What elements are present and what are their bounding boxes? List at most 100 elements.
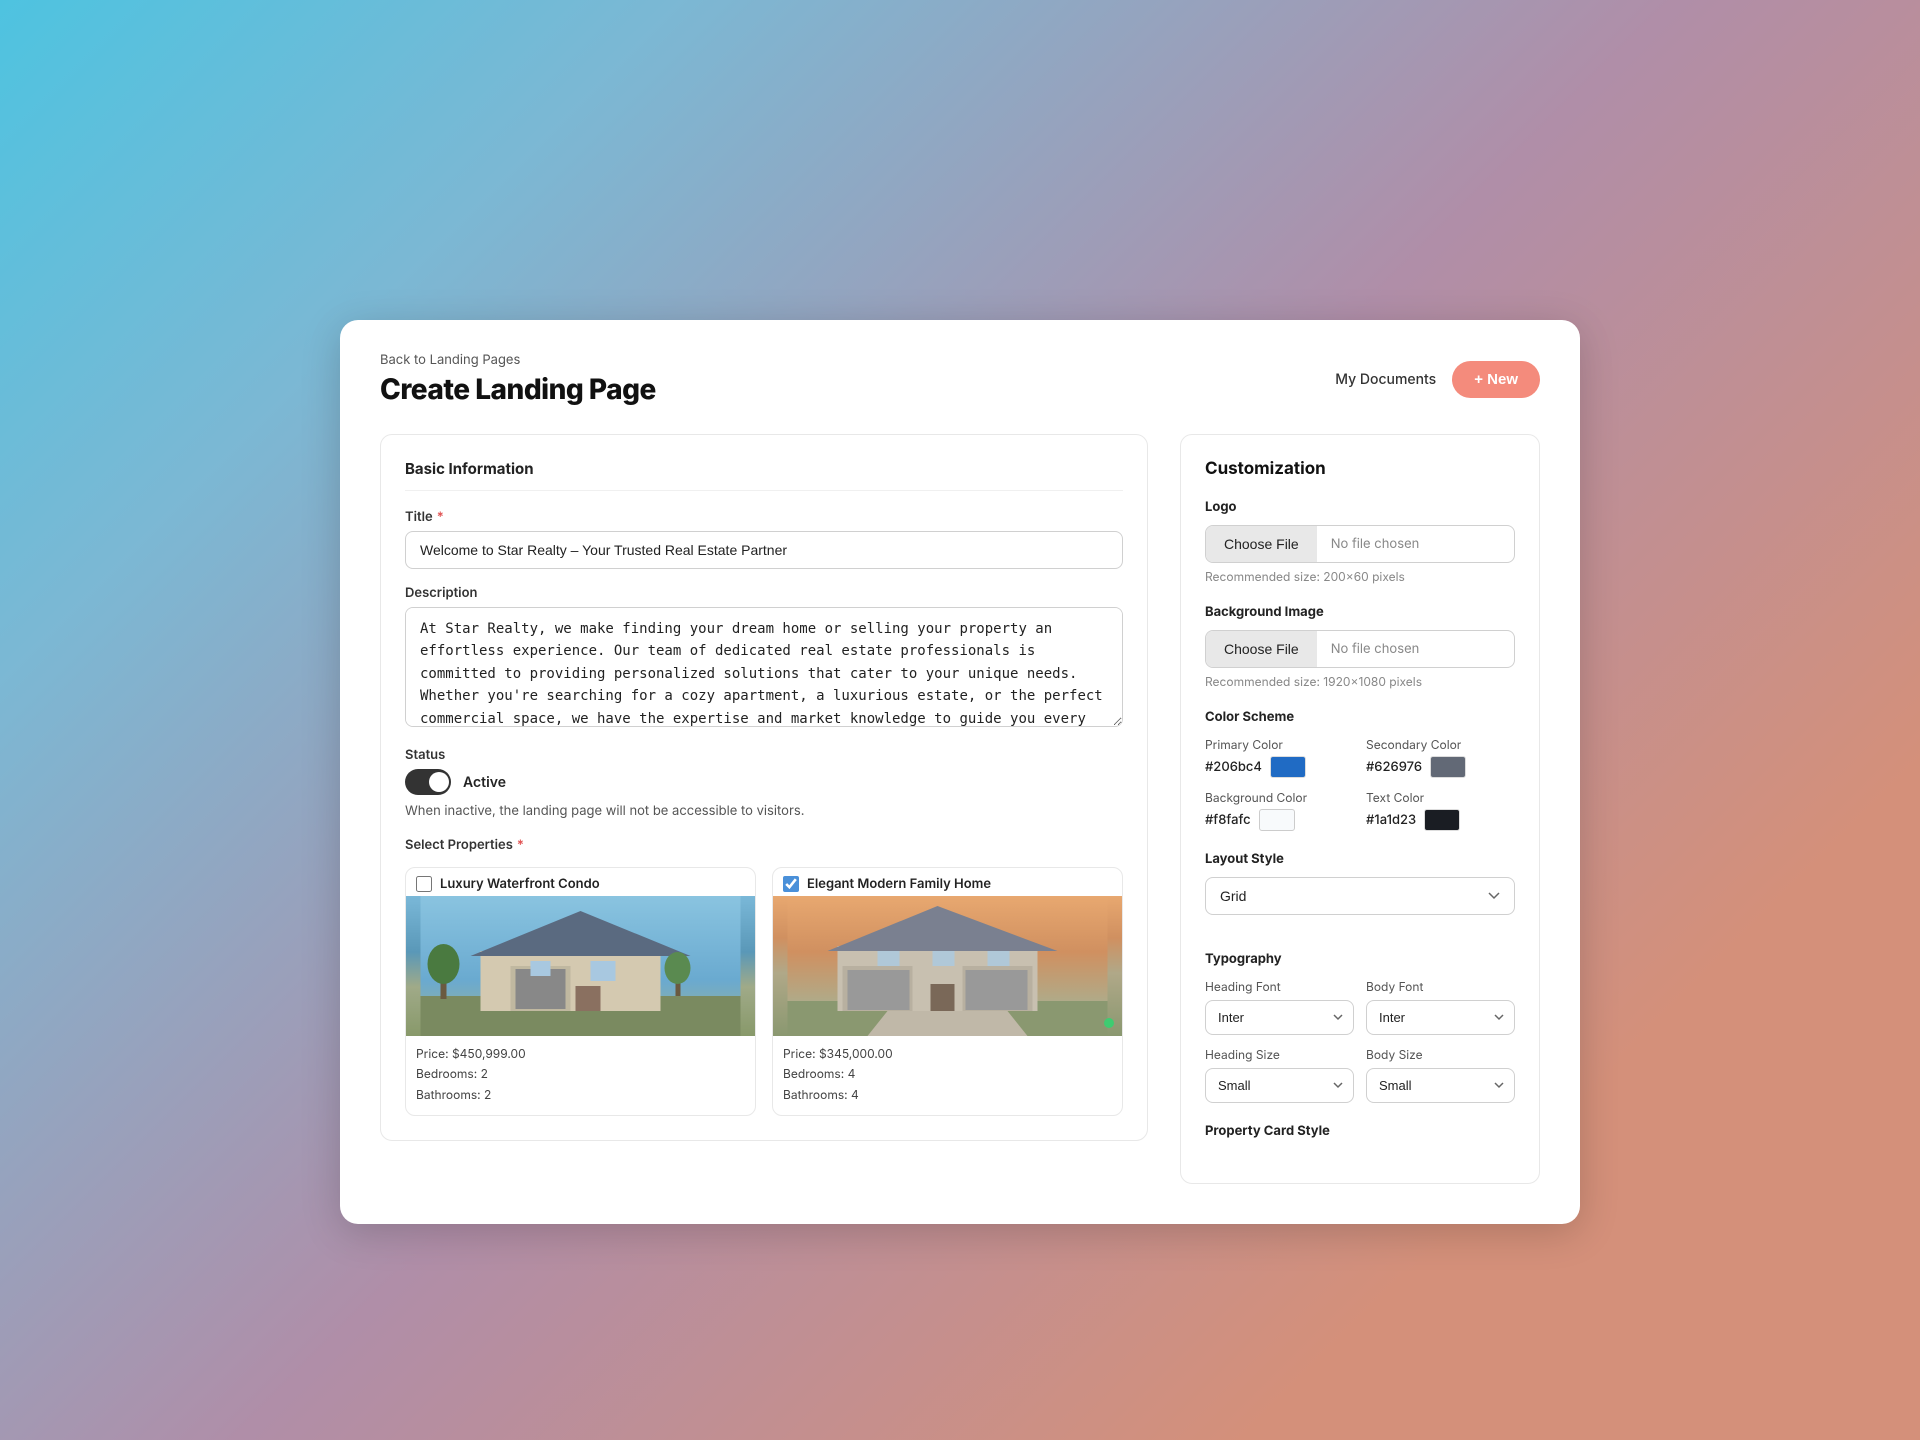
- layout-style-title: Layout Style: [1205, 851, 1515, 867]
- property-checkbox-row-0: Luxury Waterfront Condo: [406, 868, 755, 896]
- secondary-color-hex: #626976: [1366, 759, 1422, 775]
- property-card-style-title: Property Card Style: [1205, 1123, 1515, 1139]
- bg-color-field: Background Color #f8fafc: [1205, 790, 1354, 831]
- property-name-1: Elegant Modern Family Home: [807, 876, 991, 892]
- customization-card: Customization Logo Choose File No file c…: [1180, 434, 1540, 1184]
- property-price-0: Price: $450,999.00: [416, 1044, 745, 1064]
- body-font-label: Body Font: [1366, 979, 1515, 994]
- heading-font-select[interactable]: Inter Roboto: [1205, 1000, 1354, 1035]
- heading-font-label: Heading Font: [1205, 979, 1354, 994]
- top-bar: Back to Landing Pages Create Landing Pag…: [380, 352, 1540, 406]
- bg-choose-file-button[interactable]: Choose File: [1206, 631, 1317, 667]
- bg-image-section: Background Image Choose File No file cho…: [1205, 604, 1515, 689]
- logo-file-upload: Choose File No file chosen: [1205, 525, 1515, 563]
- select-properties-label: Select Properties *: [405, 837, 1123, 853]
- body-font-field: Body Font Inter Roboto: [1366, 979, 1515, 1035]
- body-size-label: Body Size: [1366, 1047, 1515, 1062]
- body-font-select[interactable]: Inter Roboto: [1366, 1000, 1515, 1035]
- property-details-1: Price: $345,000.00 Bedrooms: 4 Bathrooms…: [773, 1036, 1122, 1115]
- property-checkbox-1[interactable]: [783, 876, 799, 892]
- heading-font-field: Heading Font Inter Roboto: [1205, 979, 1354, 1035]
- bg-color-swatch[interactable]: [1259, 809, 1295, 831]
- property-bathrooms-1: Bathrooms: 4: [783, 1085, 1112, 1105]
- bg-image-label: Background Image: [1205, 604, 1515, 620]
- secondary-color-field: Secondary Color #626976: [1366, 737, 1515, 778]
- property-details-0: Price: $450,999.00 Bedrooms: 2 Bathrooms…: [406, 1036, 755, 1115]
- basic-info-title: Basic Information: [405, 459, 1123, 491]
- body-size-select[interactable]: Small Medium Large: [1366, 1068, 1515, 1103]
- bg-color-row: #f8fafc: [1205, 809, 1354, 831]
- logo-choose-file-button[interactable]: Choose File: [1206, 526, 1317, 562]
- primary-color-swatch[interactable]: [1270, 756, 1306, 778]
- toggle-row: Active: [405, 769, 1123, 795]
- layout-style-section: Layout Style Grid List Masonry: [1205, 851, 1515, 931]
- active-label: Active: [463, 774, 506, 791]
- text-color-swatch[interactable]: [1424, 809, 1460, 831]
- active-dot-indicator: [1104, 1018, 1114, 1028]
- primary-color-field: Primary Color #206bc4: [1205, 737, 1354, 778]
- property-card-0: Luxury Waterfront Condo: [405, 867, 756, 1116]
- basic-information-card: Basic Information Title * Description At…: [380, 434, 1148, 1141]
- right-panel: Customization Logo Choose File No file c…: [1180, 434, 1540, 1184]
- body-size-field: Body Size Small Medium Large: [1366, 1047, 1515, 1103]
- property-bedrooms-0: Bedrooms: 2: [416, 1064, 745, 1084]
- title-field-label: Title *: [405, 509, 1123, 525]
- property-bedrooms-1: Bedrooms: 4: [783, 1064, 1112, 1084]
- house-svg-0: [406, 896, 755, 1036]
- logo-section: Logo Choose File No file chosen Recommen…: [1205, 499, 1515, 584]
- text-color-field: Text Color #1a1d23: [1366, 790, 1515, 831]
- properties-required-star: *: [517, 837, 524, 853]
- left-panel: Basic Information Title * Description At…: [380, 434, 1148, 1184]
- property-bathrooms-0: Bathrooms: 2: [416, 1085, 745, 1105]
- heading-size-label: Heading Size: [1205, 1047, 1354, 1062]
- primary-color-label: Primary Color: [1205, 737, 1354, 752]
- bg-no-file-text: No file chosen: [1317, 631, 1434, 667]
- secondary-color-swatch[interactable]: [1430, 756, 1466, 778]
- text-color-hex: #1a1d23: [1366, 812, 1416, 828]
- heading-size-field: Heading Size Small Medium Large: [1205, 1047, 1354, 1103]
- color-scheme-title: Color Scheme: [1205, 709, 1515, 725]
- new-button[interactable]: + New: [1452, 361, 1540, 398]
- text-color-row: #1a1d23: [1366, 809, 1515, 831]
- property-image-1: [773, 896, 1122, 1036]
- color-grid: Primary Color #206bc4 Secondary Color #6…: [1205, 737, 1515, 831]
- property-checkbox-row-1: Elegant Modern Family Home: [773, 868, 1122, 896]
- secondary-color-label: Secondary Color: [1366, 737, 1515, 752]
- primary-color-hex: #206bc4: [1205, 759, 1262, 775]
- description-textarea[interactable]: At Star Realty, we make finding your dre…: [405, 607, 1123, 727]
- property-price-1: Price: $345,000.00: [783, 1044, 1112, 1064]
- bg-color-label: Background Color: [1205, 790, 1354, 805]
- secondary-color-row: #626976: [1366, 756, 1515, 778]
- typography-section: Typography Heading Font Inter Roboto Bod…: [1205, 951, 1515, 1103]
- description-field-label: Description: [405, 585, 1123, 601]
- layout-style-select[interactable]: Grid List Masonry: [1205, 877, 1515, 915]
- page-title: Create Landing Page: [380, 372, 656, 406]
- active-toggle[interactable]: [405, 769, 451, 795]
- customization-title: Customization: [1205, 459, 1515, 479]
- status-label: Status: [405, 747, 1123, 763]
- top-bar-left: Back to Landing Pages Create Landing Pag…: [380, 352, 656, 406]
- my-documents-link[interactable]: My Documents: [1335, 371, 1436, 388]
- bg-color-hex: #f8fafc: [1205, 812, 1251, 828]
- inactive-note: When inactive, the landing page will not…: [405, 803, 1123, 819]
- bg-file-upload: Choose File No file chosen: [1205, 630, 1515, 668]
- page-container: Back to Landing Pages Create Landing Pag…: [340, 320, 1580, 1224]
- property-card-style-section: Property Card Style: [1205, 1123, 1515, 1139]
- title-input[interactable]: [405, 531, 1123, 569]
- property-checkbox-0[interactable]: [416, 876, 432, 892]
- property-name-0: Luxury Waterfront Condo: [440, 876, 600, 892]
- back-link[interactable]: Back to Landing Pages: [380, 352, 656, 368]
- heading-size-select[interactable]: Small Medium Large: [1205, 1068, 1354, 1103]
- bg-rec-size: Recommended size: 1920×1080 pixels: [1205, 674, 1515, 689]
- color-scheme-section: Color Scheme Primary Color #206bc4 Secon…: [1205, 709, 1515, 831]
- top-bar-right: My Documents + New: [1335, 361, 1540, 398]
- property-image-0: [406, 896, 755, 1036]
- properties-grid: Luxury Waterfront Condo: [405, 867, 1123, 1116]
- primary-color-row: #206bc4: [1205, 756, 1354, 778]
- text-color-label: Text Color: [1366, 790, 1515, 805]
- size-selects-row: Heading Size Small Medium Large Body Siz…: [1205, 1047, 1515, 1103]
- font-selects-row: Heading Font Inter Roboto Body Font Inte…: [1205, 979, 1515, 1035]
- status-section: Status Active When inactive, the landing…: [405, 747, 1123, 819]
- logo-no-file-text: No file chosen: [1317, 526, 1434, 562]
- logo-label: Logo: [1205, 499, 1515, 515]
